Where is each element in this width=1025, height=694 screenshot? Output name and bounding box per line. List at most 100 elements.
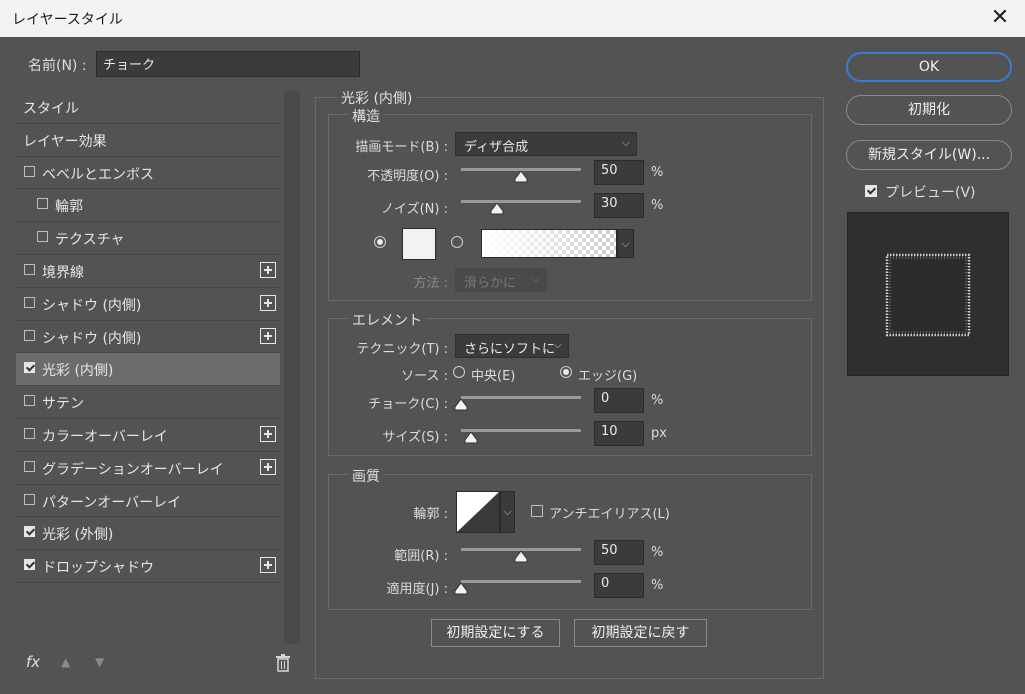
noise-slider-track[interactable] (461, 200, 581, 203)
close-icon[interactable]: ✕ (985, 3, 1015, 33)
style-checkbox[interactable] (24, 296, 35, 308)
style-list-item[interactable]: カラーオーバーレイ (16, 419, 280, 452)
add-effect-icon[interactable] (260, 262, 276, 278)
move-up-icon[interactable]: ▲ (61, 655, 70, 669)
noise-input[interactable]: 30 (594, 193, 644, 218)
ok-button[interactable]: OK (846, 52, 1012, 82)
style-list-item[interactable]: ベベルとエンボス (16, 157, 280, 190)
range-slider-thumb[interactable] (514, 551, 528, 563)
style-checkbox[interactable] (24, 165, 35, 177)
fx-icon[interactable]: fx (26, 653, 40, 671)
color-radio[interactable] (374, 236, 386, 248)
source-label: ソース : (401, 369, 448, 384)
style-list-item[interactable]: 境界線 (16, 255, 280, 288)
jitter-input[interactable]: 0 (594, 573, 644, 598)
size-unit: px (651, 426, 667, 441)
add-effect-icon[interactable] (260, 458, 276, 475)
opacity-slider-thumb[interactable] (514, 171, 528, 183)
style-checkbox[interactable] (24, 264, 35, 275)
source-edge-radio[interactable] (560, 366, 572, 378)
preview-thumbnail (847, 212, 1009, 376)
style-list-label: 光彩 (外側) (42, 527, 114, 544)
technique-dropdown[interactable]: さらにソフトに ⌵ (455, 334, 569, 358)
choke-input[interactable]: 0 (594, 388, 644, 413)
blend-mode-dropdown[interactable]: ディザ合成 ⌵ (455, 132, 637, 156)
make-default-button[interactable]: 初期設定にする (431, 619, 560, 647)
gradient-swatch[interactable] (481, 229, 617, 258)
noise-slider-thumb[interactable] (490, 203, 504, 215)
method-dropdown[interactable]: 滑らかに ⌵ (455, 268, 547, 292)
name-input[interactable]: チョーク (96, 51, 360, 77)
quality-title: 画質 (348, 466, 384, 486)
style-list-item[interactable]: シャドウ (内側) (16, 321, 280, 354)
add-effect-icon[interactable] (260, 294, 276, 311)
contour-dropdown-button[interactable]: ⌵ (500, 491, 515, 533)
style-list-item[interactable]: ドロップシャドウ (16, 550, 280, 583)
jitter-slider-thumb[interactable] (454, 583, 468, 595)
gradient-radio[interactable] (451, 236, 463, 248)
style-list-scrollbar[interactable] (284, 91, 300, 644)
style-list-label: 光彩 (内側) (42, 363, 114, 380)
style-checkbox[interactable] (24, 362, 35, 374)
add-effect-icon[interactable] (260, 426, 276, 442)
style-list-item[interactable]: 光彩 (外側) (16, 517, 280, 551)
style-list-item[interactable]: テクスチャ (16, 222, 280, 255)
style-checkbox[interactable] (24, 329, 35, 341)
elements-title: エレメント (348, 310, 426, 330)
size-slider-thumb[interactable] (464, 432, 478, 444)
style-checkbox[interactable] (37, 198, 48, 210)
contour-preview[interactable] (456, 491, 500, 533)
chevron-down-icon: ⌵ (531, 272, 540, 285)
style-checkbox[interactable] (24, 428, 35, 439)
style-list-label: パターンオーバーレイ (42, 494, 182, 511)
noise-label: ノイズ(N) : (381, 202, 448, 217)
source-edge-label: エッジ(G) (578, 369, 638, 384)
style-checkbox[interactable] (24, 493, 35, 505)
reset-button[interactable]: 初期化 (846, 95, 1012, 125)
antialias-checkbox[interactable] (531, 505, 543, 517)
style-checkbox[interactable] (24, 559, 35, 571)
style-list-label: シャドウ (内側) (42, 297, 142, 314)
style-checkbox[interactable] (24, 526, 35, 538)
style-checkbox[interactable] (24, 460, 35, 472)
choke-slider-track[interactable] (461, 396, 581, 399)
style-list-item[interactable]: グラデーションオーバーレイ (16, 452, 280, 485)
style-list-item[interactable]: スタイル (16, 91, 280, 124)
gradient-dropdown-button[interactable]: ⌵ (617, 229, 634, 258)
style-list-label: カラーオーバーレイ (42, 429, 168, 445)
opacity-unit: % (651, 165, 664, 180)
reset-to-default-button[interactable]: 初期設定に戻す (574, 619, 707, 647)
new-style-button[interactable]: 新規スタイル(W)... (846, 140, 1012, 170)
style-list-item[interactable]: 光彩 (内側) (16, 353, 280, 387)
chevron-down-icon: ⌵ (503, 505, 512, 518)
structure-title: 構造 (348, 106, 384, 126)
size-slider-track[interactable] (461, 429, 581, 432)
style-checkbox[interactable] (24, 395, 35, 407)
style-list-item[interactable]: パターンオーバーレイ (16, 485, 280, 518)
add-effect-icon[interactable] (260, 557, 276, 574)
source-center-radio[interactable] (453, 366, 465, 378)
style-list-label: スタイル (23, 101, 79, 117)
add-effect-icon[interactable] (260, 327, 276, 344)
style-list-item[interactable]: サテン (16, 386, 280, 419)
size-input[interactable]: 10 (594, 421, 644, 446)
range-input[interactable]: 50 (594, 540, 644, 565)
method-value: 滑らかに (464, 276, 517, 291)
style-list-item[interactable]: レイヤー効果 (16, 124, 280, 157)
style-checkbox[interactable] (37, 231, 48, 243)
chevron-down-icon: ⌵ (621, 237, 630, 250)
source-center-label: 中央(E) (471, 369, 516, 384)
glow-color-swatch[interactable] (402, 228, 436, 260)
preview-checkbox[interactable] (865, 185, 877, 197)
style-list-item[interactable]: 輪郭 (16, 189, 280, 223)
chevron-down-icon: ⌵ (621, 136, 630, 149)
window-title: レイヤースタイル (12, 12, 123, 28)
opacity-input[interactable]: 50 (594, 160, 644, 185)
jitter-label: 適用度(J) : (386, 582, 449, 597)
trash-icon[interactable] (275, 654, 291, 676)
move-down-icon[interactable]: ▼ (95, 655, 104, 669)
blend-mode-label: 描画モード(B) : (355, 140, 448, 155)
jitter-slider-track[interactable] (461, 580, 581, 583)
choke-slider-thumb[interactable] (454, 399, 468, 411)
style-list-item[interactable]: シャドウ (内側) (16, 288, 280, 321)
